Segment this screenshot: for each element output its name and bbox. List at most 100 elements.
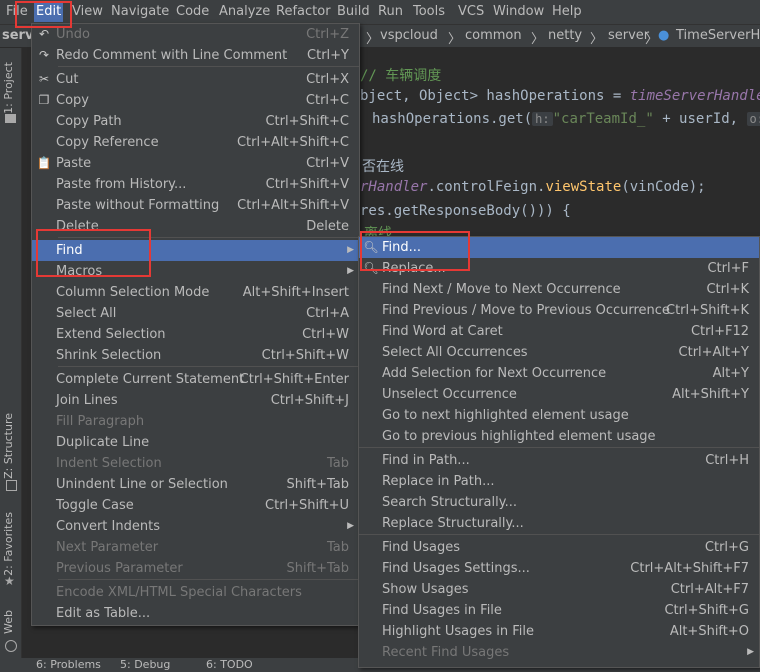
menu-item-label: Go to previous highlighted element usage: [382, 429, 656, 444]
menu-item-label: Select All: [56, 306, 117, 321]
menu-code[interactable]: Code: [176, 4, 209, 19]
shortcut-label: Shift+Tab: [286, 561, 349, 576]
edit-menu-item-copy[interactable]: ❐ Copy Ctrl+C: [32, 90, 359, 111]
menu-item-label: Paste: [56, 156, 92, 171]
tab-todo[interactable]: 6: TODO: [206, 658, 253, 671]
edit-menu-item-copy-reference[interactable]: Copy Reference Ctrl+Alt+Shift+C: [32, 132, 359, 153]
find-menu-item-find-word-at-caret[interactable]: Find Word at Caret Ctrl+F12: [359, 321, 759, 342]
copy-icon: ❐: [38, 93, 50, 107]
menu-navigate[interactable]: Navigate: [111, 4, 169, 19]
shortcut-label: Ctrl+C: [305, 93, 349, 108]
find-menu-item-find-next-move-to-next-occurrence[interactable]: Find Next / Move to Next Occurrence Ctrl+…: [359, 279, 759, 300]
edit-menu-item-extend-selection[interactable]: Extend Selection Ctrl+W: [32, 324, 359, 345]
crumb-class[interactable]: TimeServerHar: [676, 28, 760, 43]
shortcut-label: Ctrl+Alt+Shift+V: [237, 198, 349, 213]
shortcut-label: Ctrl+Alt+F7: [670, 582, 749, 597]
submenu-arrow-icon: ▶: [347, 245, 354, 255]
edit-menu-item-complete-current-statement[interactable]: Complete Current Statement Ctrl+Shift+Ent…: [32, 369, 359, 390]
find-menu-item-find-in-path[interactable]: Find in Path... Ctrl+H: [359, 450, 759, 471]
find-menu-item-find-usages[interactable]: Find Usages Ctrl+G: [359, 537, 759, 558]
shortcut-label: Tab: [326, 456, 349, 471]
menu-vcs[interactable]: VCS: [458, 4, 484, 19]
tab-web[interactable]: Web: [2, 610, 15, 634]
crumb-separator: 〉: [531, 32, 545, 47]
menu-item-label: Replace in Path...: [382, 474, 495, 489]
shortcut-label: Ctrl+W: [302, 327, 349, 342]
redo-icon: ↷: [38, 48, 50, 62]
find-menu-item-add-selection-for-next-occurrence[interactable]: Add Selection for Next Occurrence Alt+Y: [359, 363, 759, 384]
menu-help[interactable]: Help: [552, 4, 582, 19]
menu-tools[interactable]: Tools: [413, 4, 445, 19]
edit-menu-item-copy-path[interactable]: Copy Path Ctrl+Shift+C: [32, 111, 359, 132]
edit-menu-item-column-selection-mode[interactable]: Column Selection Mode Alt+Shift+Insert: [32, 282, 359, 303]
edit-menu-item-select-all[interactable]: Select All Ctrl+A: [32, 303, 359, 324]
menu-run[interactable]: Run: [378, 4, 403, 19]
menu-build[interactable]: Build: [337, 4, 370, 19]
find-menu-item-replace-structurally[interactable]: Replace Structurally...: [359, 513, 759, 534]
tab-project[interactable]: 1: Project: [2, 62, 15, 114]
structure-icon: [6, 480, 17, 491]
edit-menu-item-toggle-case[interactable]: Toggle Case Ctrl+Shift+U: [32, 495, 359, 516]
edit-menu-item-convert-indents[interactable]: Convert Indents ▶: [32, 516, 359, 537]
find-menu-item-find-previous-move-to-previous-occurrence[interactable]: Find Previous / Move to Previous Occurre…: [359, 300, 759, 321]
find-menu-item-show-usages[interactable]: Show Usages Ctrl+Alt+F7: [359, 579, 759, 600]
code-line: 否在线: [362, 159, 404, 175]
edit-menu-item-duplicate-line[interactable]: Duplicate Line: [32, 432, 359, 453]
shortcut-label: Ctrl+Alt+Shift+C: [236, 135, 349, 150]
star-icon: ★: [4, 574, 15, 588]
menu-item-label: Add Selection for Next Occurrence: [382, 366, 607, 381]
tab-favorites[interactable]: 2: Favorites: [2, 512, 15, 576]
shortcut-label: Ctrl+V: [306, 156, 349, 171]
menu-separator: [58, 579, 359, 580]
shortcut-label: Ctrl+K: [706, 282, 749, 297]
menu-separator: [58, 66, 359, 67]
menu-item-label: Edit as Table...: [56, 606, 151, 621]
crumb-server[interactable]: server: [608, 28, 649, 43]
edit-menu-item-paste[interactable]: 📋 Paste Ctrl+V: [32, 153, 359, 174]
edit-menu-item-redo-comment-with-line-comment[interactable]: ↷ Redo Comment with Line Comment Ctrl+Y: [32, 45, 359, 66]
menu-separator: [359, 447, 759, 448]
edit-menu-item-paste-without-formatting[interactable]: Paste without Formatting Ctrl+Alt+Shift+V: [32, 195, 359, 216]
menu-item-label: Find Usages in File: [382, 603, 502, 618]
menu-item-label: Paste without Formatting: [56, 198, 220, 213]
menu-item-label: Go to next highlighted element usage: [382, 408, 629, 423]
find-menu-item-go-to-previous-highlighted-element-usage[interactable]: Go to previous highlighted element usage: [359, 426, 759, 447]
menu-refactor[interactable]: Refactor: [276, 4, 331, 19]
tab-structure[interactable]: Z: Structure: [2, 413, 15, 479]
shortcut-label: Ctrl+Y: [307, 48, 349, 63]
menu-view[interactable]: View: [72, 4, 103, 19]
crumb-common[interactable]: common: [465, 28, 522, 43]
menu-item-label: Find in Path...: [382, 453, 470, 468]
cut-icon: ✂: [38, 72, 50, 86]
menu-item-label: Find Previous / Move to Previous Occurre…: [382, 303, 670, 318]
find-menu-item-go-to-next-highlighted-element-usage[interactable]: Go to next highlighted element usage: [359, 405, 759, 426]
find-menu-item-unselect-occurrence[interactable]: Unselect Occurrence Alt+Shift+Y: [359, 384, 759, 405]
crumb-vspcloud[interactable]: vspcloud: [380, 28, 438, 43]
menu-analyze[interactable]: Analyze: [219, 4, 270, 19]
find-menu-item-search-structurally[interactable]: Search Structurally...: [359, 492, 759, 513]
edit-menu-item-unindent-line-or-selection[interactable]: Unindent Line or Selection Shift+Tab: [32, 474, 359, 495]
shortcut-label: Ctrl+F: [707, 261, 749, 276]
menu-item-label: Cut: [56, 72, 79, 87]
shortcut-label: Ctrl+Shift+J: [270, 393, 349, 408]
menu-item-label: Fill Paragraph: [56, 414, 145, 429]
menu-window[interactable]: Window: [493, 4, 544, 19]
edit-menu-item-paste-from-history[interactable]: Paste from History... Ctrl+Shift+V: [32, 174, 359, 195]
tab-problems[interactable]: 6: Problems: [36, 658, 101, 671]
edit-menu-item-join-lines[interactable]: Join Lines Ctrl+Shift+J: [32, 390, 359, 411]
find-menu-item-replace-in-path[interactable]: Replace in Path...: [359, 471, 759, 492]
shortcut-label: Ctrl+Shift+U: [265, 498, 349, 513]
find-menu-item-find-usages-in-file[interactable]: Find Usages in File Ctrl+Shift+G: [359, 600, 759, 621]
edit-menu-item-shrink-selection[interactable]: Shrink Selection Ctrl+Shift+W: [32, 345, 359, 366]
edit-menu-item-cut[interactable]: ✂ Cut Ctrl+X: [32, 69, 359, 90]
shortcut-label: Ctrl+H: [705, 453, 749, 468]
edit-menu-item-edit-as-table[interactable]: Edit as Table...: [32, 603, 359, 624]
find-menu-item-highlight-usages-in-file[interactable]: Highlight Usages in File Alt+Shift+O: [359, 621, 759, 642]
find-menu-item-find-usages-settings[interactable]: Find Usages Settings... Ctrl+Alt+Shift+F7: [359, 558, 759, 579]
find-menu-item-select-all-occurrences[interactable]: Select All Occurrences Ctrl+Alt+Y: [359, 342, 759, 363]
edit-menu-item-next-parameter: Next Parameter Tab: [32, 537, 359, 558]
menu-separator: [58, 366, 359, 367]
edit-menu-item-fill-paragraph: Fill Paragraph: [32, 411, 359, 432]
crumb-netty[interactable]: netty: [548, 28, 582, 43]
tab-debug[interactable]: 5: Debug: [120, 658, 170, 671]
